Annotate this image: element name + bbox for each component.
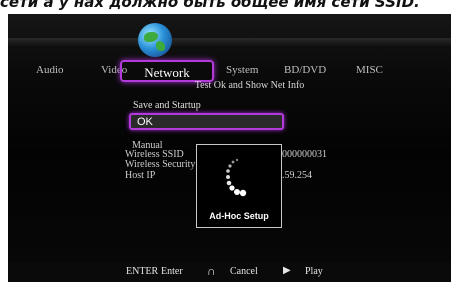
top-band <box>8 38 451 48</box>
adhoc-dialog-label: Ad-Hoc Setup <box>209 211 269 221</box>
play-icon: ▶ <box>283 265 291 276</box>
info-value-host-ip: .59.254 <box>282 170 312 181</box>
globe-icon <box>138 23 172 57</box>
hint-play-label: Play <box>305 266 323 277</box>
section-label: Save and Startup <box>133 100 201 111</box>
spinner-icon <box>226 158 247 197</box>
info-label-host-ip: Host IP <box>125 170 156 181</box>
info-value-ssid: 000000031 <box>282 149 327 160</box>
menu-subtitle: Test Ok and Show Net Info <box>194 80 305 91</box>
adhoc-dialog: Ad-Hoc Setup <box>196 144 282 228</box>
menu-tabs: Audio Video Network System BD/DVD MISC <box>8 60 451 82</box>
tab-bd-dvd[interactable]: BD/DVD <box>284 64 326 76</box>
tab-audio[interactable]: Audio <box>36 64 64 76</box>
hint-enter-label: Enter <box>161 266 183 277</box>
tab-system[interactable]: System <box>226 64 258 76</box>
hint-enter-key: ENTER <box>126 266 159 277</box>
ok-field[interactable]: OK <box>129 113 284 130</box>
info-label-security: Wireless Security <box>125 159 196 170</box>
ok-field-value: OK <box>137 116 153 128</box>
headphones-icon: ∩ <box>207 264 216 278</box>
tab-network[interactable]: Network <box>120 60 214 82</box>
hint-bar: ENTER Enter ∩ Cancel ▶ Play <box>8 262 451 282</box>
tab-misc[interactable]: MISC <box>356 64 383 76</box>
tv-screen: Audio Video Network System BD/DVD MISC T… <box>8 14 451 282</box>
hint-cancel-label: Cancel <box>230 266 258 277</box>
